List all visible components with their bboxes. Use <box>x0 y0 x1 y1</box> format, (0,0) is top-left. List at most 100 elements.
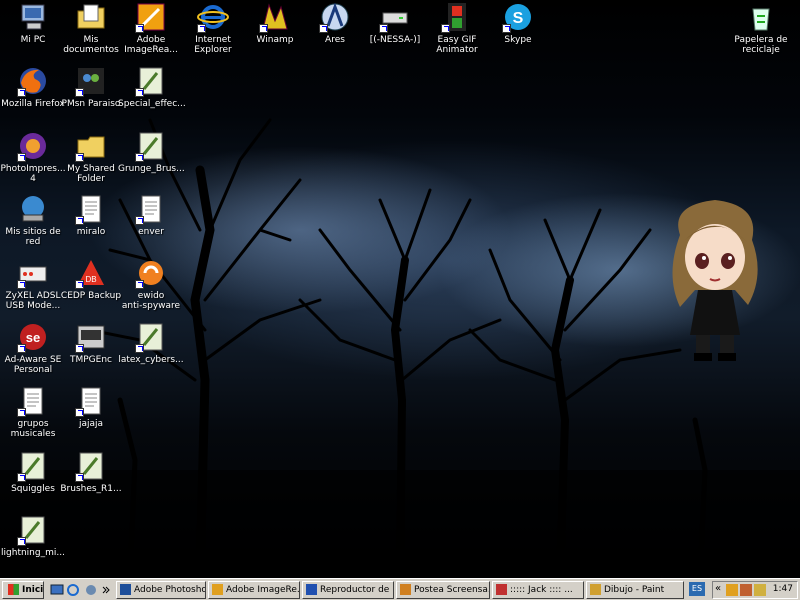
task-button[interactable]: Adobe Photoshop <box>116 581 206 599</box>
ewido-icon[interactable]: ewido anti-spyware <box>118 257 184 311</box>
brushes-r1-icon[interactable]: Brushes_R1... <box>58 450 124 494</box>
papelera-icon[interactable]: Papelera de reciclaje <box>728 1 794 55</box>
zyxel-adsl-icon[interactable]: ZyXEL ADSL USB Mode... <box>0 257 66 311</box>
enver-icon[interactable]: enver <box>118 193 184 237</box>
film-icon <box>441 1 473 33</box>
shortcut-arrow-icon <box>135 153 144 162</box>
shortcut-arrow-icon <box>17 473 26 482</box>
ad-aware-icon[interactable]: se Ad-Aware SE Personal <box>0 321 66 375</box>
pmsn-paraiso-icon[interactable]: PMsn Paraiso <box>58 65 124 109</box>
icon-label: Grunge_Brus... <box>118 164 185 174</box>
ares-icon[interactable]: Ares <box>302 1 368 45</box>
task-button[interactable]: Postea Screensa... <box>396 581 490 599</box>
winamp-icon <box>259 1 291 33</box>
icon-label: Ad-Aware SE Personal <box>4 355 62 375</box>
program-quicklaunch-icon[interactable] <box>84 583 98 597</box>
ewido-icon <box>135 257 167 289</box>
task-button[interactable]: Dibujo - Paint <box>586 581 684 599</box>
tray-app-icon[interactable] <box>740 584 752 596</box>
shortcut-arrow-icon <box>135 280 144 289</box>
skype-icon: S <box>502 1 534 33</box>
tray-tool-icon[interactable] <box>754 584 766 596</box>
task-button[interactable]: Reproductor de ... <box>302 581 394 599</box>
shortcut-arrow-icon <box>17 537 26 546</box>
chibi-girl-image <box>672 200 758 361</box>
shortcut-arrow-icon <box>379 24 388 33</box>
task-button[interactable]: ::::: Jack :::: ... <box>492 581 584 599</box>
icon-label: Mi PC <box>20 35 46 45</box>
brush-file-icon <box>17 514 49 546</box>
icon-label: Skype <box>504 35 532 45</box>
icon-label: Papelera de reciclaje <box>734 35 788 55</box>
quicklaunch-chevron-icon[interactable] <box>102 583 116 597</box>
taskbar: Inicio Adobe Photoshop Adobe ImageRe... Re… <box>0 578 800 600</box>
squiggles-icon[interactable]: Squiggles <box>0 450 66 494</box>
imageready-icon <box>135 1 167 33</box>
adobe-imageready-icon[interactable]: Adobe ImageRea... <box>118 1 184 55</box>
backup-icon: DB <box>75 257 107 289</box>
brush-file-icon <box>17 450 49 482</box>
text-file-icon <box>75 385 107 417</box>
firefox-icon <box>17 65 49 97</box>
grupos-musicales-icon[interactable]: grupos musicales <box>0 385 66 439</box>
recycle-icon <box>745 1 777 33</box>
shortcut-arrow-icon <box>259 24 268 33</box>
internet-explorer-icon[interactable]: Internet Explorer <box>180 1 246 55</box>
icon-label: jajaja <box>78 419 104 429</box>
zonealarm-tray-icon[interactable] <box>726 584 738 596</box>
icon-label: TMPGEnc <box>69 355 112 365</box>
skype-icon[interactable]: S Skype <box>485 1 551 45</box>
icon-label: Mis documentos <box>63 35 119 55</box>
task-label: Postea Screensa... <box>414 585 490 595</box>
my-shared-folder-icon[interactable]: My Shared Folder <box>58 130 124 184</box>
grunge-brushes-icon[interactable]: Grunge_Brus... <box>118 130 185 174</box>
folder-doc-icon <box>75 1 107 33</box>
mis-sitios-de-red-icon[interactable]: Mis sitios de red <box>0 193 66 247</box>
tmpgenc-icon[interactable]: TMPGEnc <box>58 321 124 365</box>
winamp-icon[interactable]: Winamp <box>242 1 308 45</box>
brush-file-icon <box>135 65 167 97</box>
miralo-icon[interactable]: miralo <box>58 193 124 237</box>
task-app-icon <box>306 584 317 595</box>
shortcut-arrow-icon <box>135 344 144 353</box>
jajaja-icon[interactable]: jajaja <box>58 385 124 429</box>
task-app-icon <box>590 584 601 595</box>
nessa-drive-icon[interactable]: [(-NESSA-)] <box>362 1 428 45</box>
icon-label: Ares <box>325 35 345 45</box>
lightning-icon[interactable]: lightning_mi... <box>0 514 66 558</box>
mis-documentos-icon[interactable]: Mis documentos <box>58 1 124 55</box>
icon-label: ZyXEL ADSL USB Mode... <box>5 291 61 311</box>
task-app-icon <box>212 584 223 595</box>
mi-pc-icon[interactable]: Mi PC <box>0 1 66 45</box>
shortcut-arrow-icon <box>75 473 84 482</box>
tray-chevron[interactable]: « <box>715 583 721 594</box>
icon-label: miralo <box>76 227 106 237</box>
shortcut-arrow-icon <box>135 216 144 225</box>
task-app-icon <box>120 584 131 595</box>
special-effects-icon[interactable]: Special_effec... <box>118 65 186 109</box>
svg-text:S: S <box>513 10 524 27</box>
show-desktop-icon[interactable] <box>50 583 64 597</box>
latex-cyber-icon[interactable]: latex_cybers... <box>118 321 184 365</box>
icon-label: CEDP Backup <box>60 291 122 301</box>
svg-text:DB: DB <box>85 275 96 284</box>
icon-label: My Shared Folder <box>67 164 115 184</box>
icon-label: Brushes_R1... <box>60 484 122 494</box>
cedp-backup-icon[interactable]: DB CEDP Backup <box>58 257 124 301</box>
language-indicator[interactable]: ES <box>689 582 705 596</box>
task-button[interactable]: Adobe ImageRe... <box>208 581 300 599</box>
icon-label: Adobe ImageRea... <box>124 35 178 55</box>
easy-gif-animator-icon[interactable]: Easy GIF Animator <box>424 1 490 55</box>
shortcut-arrow-icon <box>502 24 511 33</box>
shortcut-arrow-icon <box>441 24 450 33</box>
mozilla-firefox-icon[interactable]: Mozilla Firefox <box>0 65 66 109</box>
icon-label: PMsn Paraiso <box>61 99 121 109</box>
icon-label: ewido anti-spyware <box>121 291 181 311</box>
brush-file-icon <box>75 450 107 482</box>
internet-explorer-quicklaunch-icon[interactable] <box>66 583 80 597</box>
start-button[interactable]: Inicio <box>2 581 44 599</box>
adaware-icon: se <box>17 321 49 353</box>
system-tray: « 1:47 <box>712 581 798 599</box>
text-file-icon <box>75 193 107 225</box>
photoimpression-icon[interactable]: PhotoImpres... 4 <box>0 130 66 184</box>
